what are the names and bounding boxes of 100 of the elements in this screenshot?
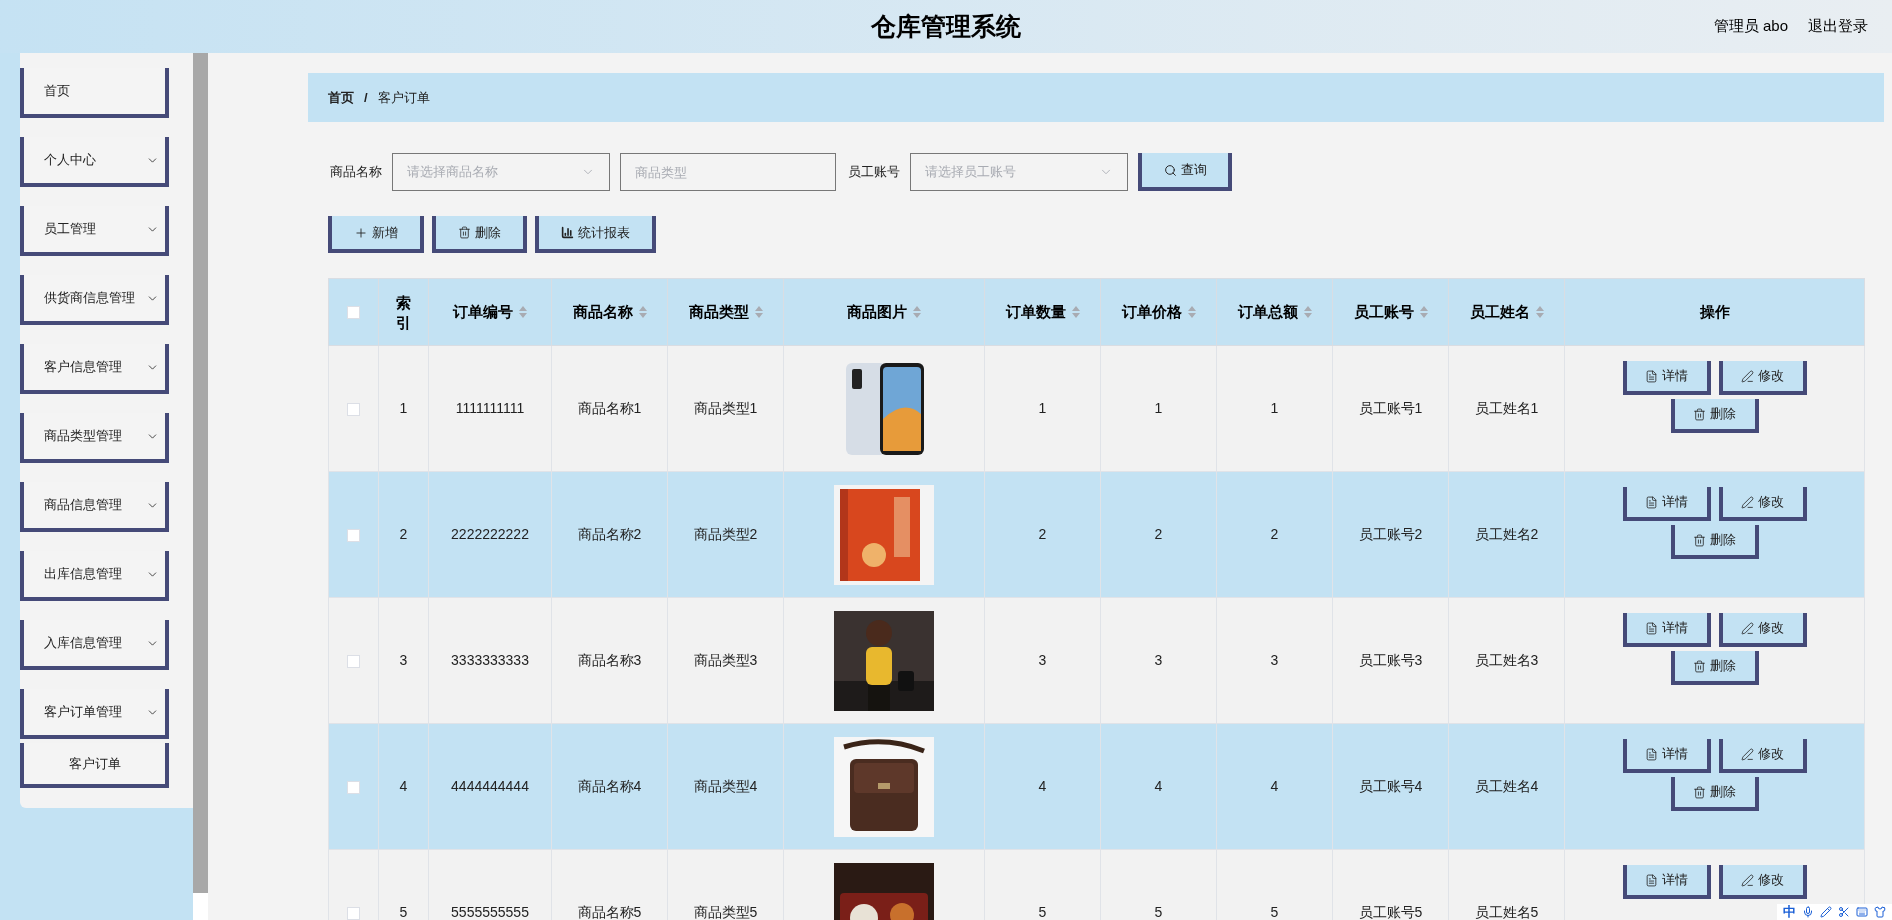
sidebar-item[interactable]: 首页 — [20, 68, 169, 118]
column-header[interactable]: 订单数量 — [1005, 300, 1066, 324]
table-cell: 商品类型3 — [693, 652, 758, 668]
table-cell: 2 — [1270, 526, 1279, 542]
action-button[interactable]: 修改 — [1718, 487, 1807, 521]
action-button[interactable]: 详情 — [1622, 361, 1711, 395]
select-all-checkbox[interactable] — [347, 306, 360, 320]
table-cell: 商品名称4 — [577, 778, 642, 794]
query-button[interactable]: 查询 — [1138, 153, 1232, 191]
action-button[interactable]: 详情 — [1622, 487, 1711, 521]
sidebar-item[interactable]: 个人中心 — [20, 137, 169, 187]
column-header[interactable]: 订单价格 — [1121, 300, 1182, 324]
shirt-icon[interactable] — [1874, 906, 1886, 918]
action-button[interactable]: 修改 — [1718, 361, 1807, 395]
sort-icon[interactable] — [754, 306, 763, 318]
sort-icon[interactable] — [1535, 306, 1544, 318]
scrollbar[interactable] — [193, 53, 208, 893]
sort-icon[interactable] — [1187, 306, 1196, 318]
input-field[interactable]: 商品类型 — [620, 153, 836, 191]
table-cell: 员工账号1 — [1358, 400, 1423, 416]
table-cell: 4 — [1154, 778, 1163, 794]
table-cell: 1111111111 — [455, 400, 525, 416]
table-cell: 员工姓名4 — [1474, 778, 1539, 794]
table-cell: 员工账号3 — [1358, 652, 1423, 668]
table-cell: 3 — [399, 652, 408, 668]
filter-label: 员工账号 — [848, 163, 900, 182]
search-icon — [1163, 163, 1177, 177]
sidebar-item[interactable]: 员工管理 — [20, 206, 169, 256]
column-header[interactable]: 员工姓名 — [1469, 300, 1530, 324]
sidebar-item[interactable]: 供货商信息管理 — [20, 275, 169, 325]
sidebar-item[interactable]: 出库信息管理 — [20, 551, 169, 601]
action-button[interactable]: 修改 — [1718, 865, 1807, 899]
toolbar-button[interactable]: 删除 — [432, 216, 527, 253]
sidebar-item[interactable]: 入库信息管理 — [20, 620, 169, 670]
row-checkbox[interactable] — [347, 654, 360, 668]
sidebar-item[interactable]: 商品类型管理 — [20, 413, 169, 463]
row-checkbox[interactable] — [347, 402, 360, 416]
toolbar-button[interactable]: 统计报表 — [535, 216, 656, 253]
breadcrumb-link[interactable]: 首页 — [328, 87, 354, 108]
trash-icon — [458, 226, 471, 239]
ime-mode[interactable]: 中 — [1783, 902, 1796, 920]
table-cell: 1 — [1038, 400, 1047, 416]
action-button[interactable]: 详情 — [1622, 739, 1711, 773]
action-button[interactable]: 删除 — [1670, 399, 1759, 433]
action-button[interactable]: 删除 — [1670, 777, 1759, 811]
row-checkbox[interactable] — [347, 906, 360, 920]
table-cell: 5555555555 — [451, 904, 529, 920]
table-cell: 4 — [399, 778, 408, 794]
table-cell: 4 — [1270, 778, 1279, 794]
column-header[interactable]: 员工账号 — [1353, 300, 1414, 324]
sidebar-item[interactable]: 商品信息管理 — [20, 482, 169, 532]
row-checkbox[interactable] — [347, 780, 360, 794]
row-checkbox[interactable] — [347, 528, 360, 542]
table-cell: 员工姓名1 — [1474, 400, 1539, 416]
document-icon — [1645, 747, 1658, 761]
column-header[interactable]: 商品图片 — [847, 300, 907, 324]
breadcrumb-link[interactable]: 客户订单 — [377, 87, 430, 108]
keyboard-icon[interactable] — [1856, 906, 1868, 918]
sort-icon[interactable] — [913, 306, 921, 318]
sidebar-item[interactable]: 客户订单管理 — [20, 689, 169, 739]
pen-icon — [1741, 621, 1754, 635]
action-button[interactable]: 修改 — [1718, 739, 1807, 773]
column-header[interactable]: 商品名称 — [572, 300, 633, 324]
table-cell: 5 — [399, 904, 408, 920]
submenu-item[interactable]: 客户订单 — [20, 743, 169, 788]
action-button[interactable]: 详情 — [1622, 865, 1711, 899]
scissors-icon[interactable] — [1838, 906, 1850, 918]
table-cell: 员工姓名5 — [1474, 904, 1539, 920]
action-button[interactable]: 修改 — [1718, 613, 1807, 647]
action-button[interactable]: 详情 — [1622, 613, 1711, 647]
action-button[interactable]: 删除 — [1670, 525, 1759, 559]
breadcrumb-separator: / — [364, 88, 368, 107]
table-cell: 4444444444 — [451, 778, 529, 794]
pencil-icon[interactable] — [1820, 906, 1832, 918]
logout-link[interactable]: 退出登录 — [1808, 15, 1868, 38]
table-cell: 1 — [1270, 400, 1279, 416]
column-header[interactable]: 订单编号 — [453, 300, 513, 324]
microphone-icon[interactable] — [1802, 906, 1814, 918]
pen-icon — [1741, 873, 1754, 887]
sort-icon[interactable] — [638, 306, 647, 318]
trash-icon — [1693, 533, 1706, 547]
sort-icon[interactable] — [1419, 306, 1428, 318]
sort-icon[interactable] — [519, 306, 527, 318]
pen-icon — [1741, 747, 1754, 761]
table-cell: 1 — [1154, 400, 1163, 416]
table-cell: 员工账号2 — [1358, 526, 1423, 542]
sort-icon[interactable] — [1071, 306, 1080, 318]
sidebar-item[interactable]: 客户信息管理 — [20, 344, 169, 394]
table-cell: 商品名称5 — [577, 904, 642, 920]
action-button[interactable]: 删除 — [1670, 651, 1759, 685]
table-cell: 5 — [1154, 904, 1163, 920]
toolbar-button[interactable]: 新增 — [328, 216, 424, 253]
table-cell: 3 — [1270, 652, 1279, 668]
table-cell: 2 — [1038, 526, 1047, 542]
sort-icon[interactable] — [1303, 306, 1312, 318]
table-cell: 商品名称2 — [577, 526, 642, 542]
column-header[interactable]: 订单总额 — [1237, 300, 1298, 324]
column-header[interactable]: 商品类型 — [688, 300, 749, 324]
bar-chart-icon — [561, 226, 574, 239]
user-label: 管理员 abo — [1713, 16, 1788, 37]
